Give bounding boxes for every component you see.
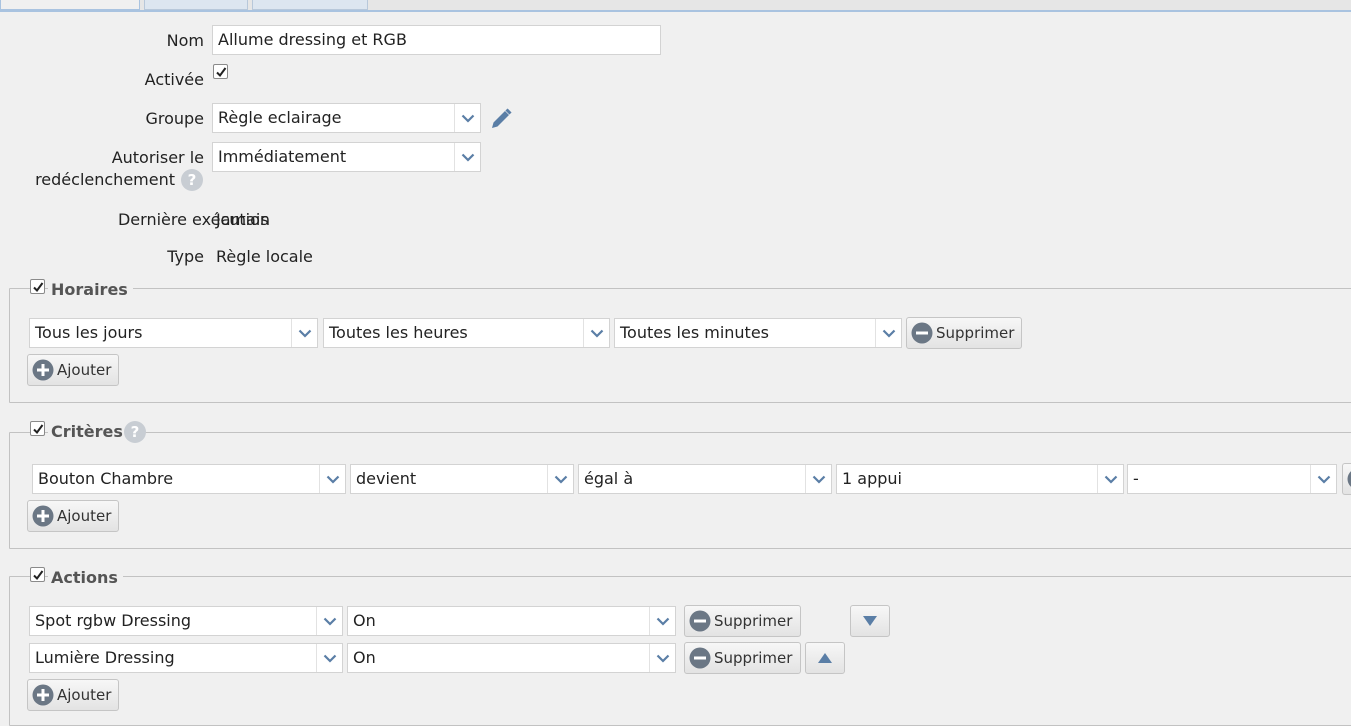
horaires-delete-button[interactable]: Supprimer: [906, 317, 1022, 349]
horaires-checkbox[interactable]: [30, 279, 45, 294]
hours-select-value: Toutes les heures: [329, 319, 468, 347]
check-icon: [32, 281, 44, 293]
criteres-title: Critères: [48, 422, 125, 442]
check-icon: [32, 423, 44, 435]
pencil-icon[interactable]: [489, 107, 513, 131]
retrigger-label-line2: redéclenchement: [35, 170, 175, 189]
chevron-down-icon: [805, 465, 831, 493]
days-select[interactable]: Tous les jours: [29, 318, 318, 348]
retrigger-select[interactable]: Immédiatement: [212, 142, 481, 172]
minus-circle-icon: [689, 610, 711, 632]
criteres-checkbox[interactable]: [30, 421, 45, 436]
criteres-add-button[interactable]: Ajouter: [27, 500, 119, 532]
actions-add-label: Ajouter: [57, 686, 111, 704]
move-up-button[interactable]: [805, 642, 845, 674]
type-value: Règle locale: [216, 247, 313, 266]
chevron-down-icon: [454, 104, 480, 132]
action-value-select[interactable]: On: [347, 606, 676, 636]
group-label: Groupe: [145, 109, 204, 128]
action-value-value: On: [353, 607, 376, 635]
criteria-operator-value: égal à: [584, 465, 633, 493]
chevron-down-icon: [291, 319, 317, 347]
name-input[interactable]: Allume dressing et RGB: [212, 25, 661, 55]
minus-circle-icon: [1347, 468, 1351, 490]
check-icon: [32, 569, 44, 581]
chevron-down-icon: [454, 143, 480, 171]
group-select[interactable]: Règle eclairage: [212, 103, 481, 133]
criteria-operator-select[interactable]: égal à: [578, 464, 832, 494]
criteres-add-label: Ajouter: [57, 507, 111, 525]
criteria-extra-value: -: [1133, 465, 1139, 493]
minus-circle-icon: [689, 647, 711, 669]
actions-add-button[interactable]: Ajouter: [27, 679, 119, 711]
criteria-value-value: 1 appui: [842, 465, 902, 493]
plus-circle-icon: [32, 684, 54, 706]
triangle-down-icon: [862, 615, 878, 627]
criteria-verb-select[interactable]: devient: [350, 464, 574, 494]
horaires-add-label: Ajouter: [57, 361, 111, 379]
minus-circle-icon: [911, 322, 933, 344]
actions-checkbox[interactable]: [30, 567, 45, 582]
help-icon[interactable]: ?: [124, 421, 146, 443]
criteria-extra-select[interactable]: -: [1127, 464, 1337, 494]
triangle-up-icon: [817, 652, 833, 664]
chevron-down-icon: [1310, 465, 1336, 493]
name-label: Nom: [167, 31, 204, 50]
criteria-device-select[interactable]: Bouton Chambre: [32, 464, 346, 494]
horaires-delete-label: Supprimer: [936, 324, 1014, 342]
action-delete-button[interactable]: Supprimer: [684, 605, 801, 637]
action-delete-label: Supprimer: [714, 612, 792, 630]
help-icon[interactable]: ?: [181, 169, 203, 191]
chevron-down-icon: [875, 319, 901, 347]
action-device-select[interactable]: Lumière Dressing: [29, 643, 343, 673]
criteria-delete-button-partial[interactable]: [1342, 463, 1351, 495]
horaires-add-button[interactable]: Ajouter: [27, 354, 119, 386]
days-select-value: Tous les jours: [35, 319, 142, 347]
move-down-button[interactable]: [850, 605, 890, 637]
actions-title: Actions: [48, 568, 123, 588]
type-label: Type: [167, 247, 204, 266]
chevron-down-icon: [649, 644, 675, 672]
chevron-down-icon: [319, 465, 345, 493]
chevron-down-icon: [547, 465, 573, 493]
action-delete-label: Supprimer: [714, 649, 792, 667]
action-value-select[interactable]: On: [347, 643, 676, 673]
criteria-device-value: Bouton Chambre: [38, 465, 173, 493]
action-device-value: Spot rgbw Dressing: [35, 607, 191, 635]
action-value-value: On: [353, 644, 376, 672]
group-select-value: Règle eclairage: [218, 104, 342, 132]
minutes-select-value: Toutes les minutes: [620, 319, 769, 347]
hours-select[interactable]: Toutes les heures: [323, 318, 610, 348]
criteria-verb-value: devient: [356, 465, 416, 493]
tab-third[interactable]: [252, 0, 368, 10]
chevron-down-icon: [583, 319, 609, 347]
tab-second[interactable]: [144, 0, 248, 10]
retrigger-label-line1: Autoriser le: [112, 148, 204, 167]
chevron-down-icon: [649, 607, 675, 635]
horaires-title: Horaires: [48, 280, 133, 300]
action-delete-button[interactable]: Supprimer: [684, 642, 801, 674]
criteria-value-select[interactable]: 1 appui: [836, 464, 1124, 494]
chevron-down-icon: [1097, 465, 1123, 493]
enabled-label: Activée: [145, 70, 204, 89]
retrigger-select-value: Immédiatement: [218, 143, 346, 171]
last-exec-value: Jamais: [216, 210, 269, 229]
chevron-down-icon: [316, 607, 342, 635]
enabled-checkbox[interactable]: [213, 64, 228, 79]
minutes-select[interactable]: Toutes les minutes: [614, 318, 902, 348]
plus-circle-icon: [32, 505, 54, 527]
action-device-value: Lumière Dressing: [35, 644, 175, 672]
tab-bar: [0, 0, 1351, 12]
check-icon: [215, 66, 227, 78]
tab-general[interactable]: [0, 0, 140, 10]
action-device-select[interactable]: Spot rgbw Dressing: [29, 606, 343, 636]
chevron-down-icon: [316, 644, 342, 672]
plus-circle-icon: [32, 359, 54, 381]
